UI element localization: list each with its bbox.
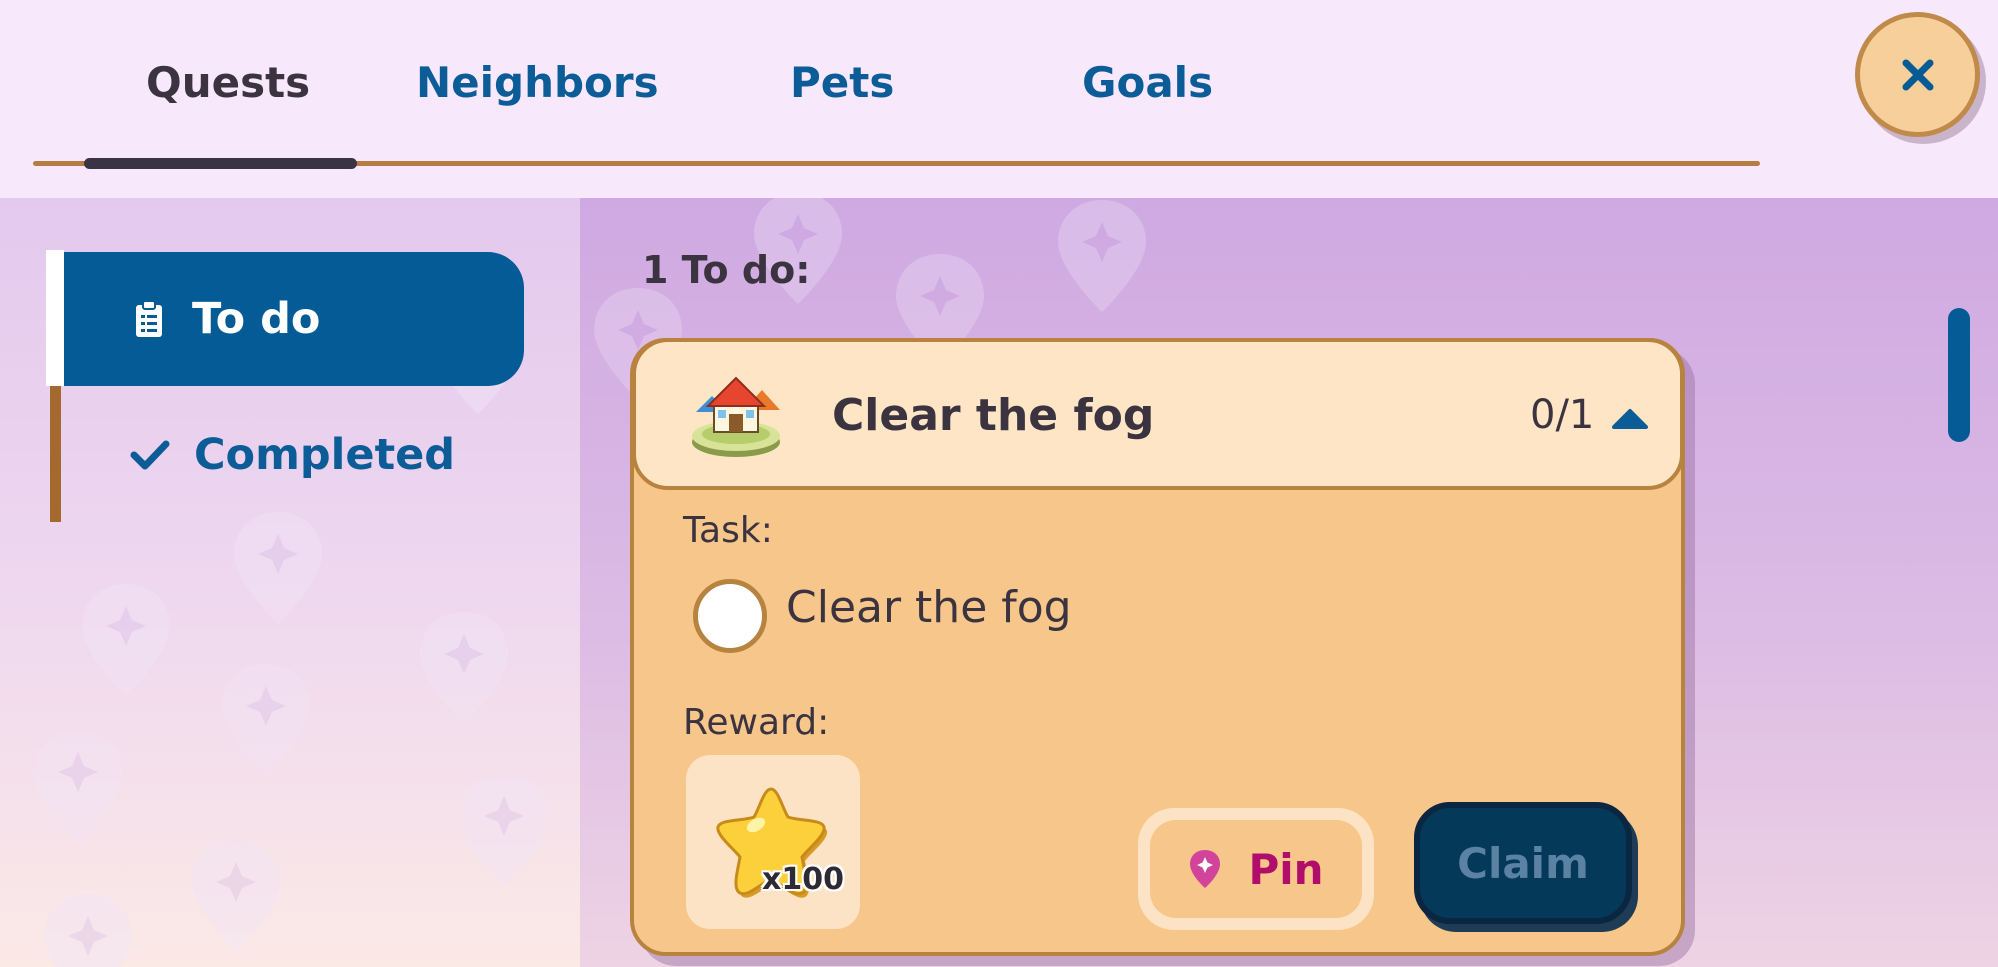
task-label: Task: [683,510,773,551]
quest-card-header[interactable] [632,338,1684,490]
claim-button[interactable]: Claim [1414,802,1632,924]
checkmark-icon [130,440,170,470]
tab-goals[interactable]: Goals [1082,58,1213,107]
reward-label: Reward: [683,702,830,743]
pin-label: Pin [1248,844,1324,894]
map-pin-pattern-icon [460,774,548,886]
close-icon [1902,59,1933,90]
tab-pets[interactable]: Pets [790,58,894,107]
quest-title: Clear the fog [832,390,1155,441]
quest-progress: 0/1 [1530,392,1595,438]
map-pin-pattern-icon [420,612,508,724]
sidebar-item-label: To do [192,294,321,344]
clipboard-icon [136,300,162,337]
map-pin-pattern-icon [34,730,122,842]
chevron-up-icon[interactable] [1610,405,1650,431]
map-pin-pattern-icon [234,512,322,624]
task-status-circle [693,579,767,653]
sidebar-item-todo[interactable]: To do [64,252,524,386]
tab-bar: Quests Neighbors Pets Goals [0,0,1998,198]
scrollbar-thumb[interactable] [1948,308,1970,442]
map-pin-pattern-icon [44,894,132,967]
reward-quantity: x100 [762,862,844,897]
map-pin-pattern-icon [82,584,170,696]
tab-neighbors[interactable]: Neighbors [416,58,659,107]
flag-edge [46,250,64,386]
tab-quests[interactable]: Quests [146,58,310,107]
pin-button[interactable]: Pin [1138,808,1374,930]
map-pin-icon [1190,850,1221,888]
close-button[interactable] [1855,12,1980,137]
sidebar-item-label: Completed [194,430,456,480]
todo-count-label: 1 To do: [642,248,811,292]
house-island-icon [692,376,780,457]
active-tab-indicator [84,158,357,169]
sidebar-item-completed[interactable]: Completed [130,420,455,490]
claim-label: Claim [1457,838,1589,888]
map-pin-pattern-icon [192,840,280,952]
map-pin-pattern-icon [222,664,310,776]
task-text: Clear the fog [786,582,1072,633]
map-pin-pattern-icon [1058,200,1146,312]
